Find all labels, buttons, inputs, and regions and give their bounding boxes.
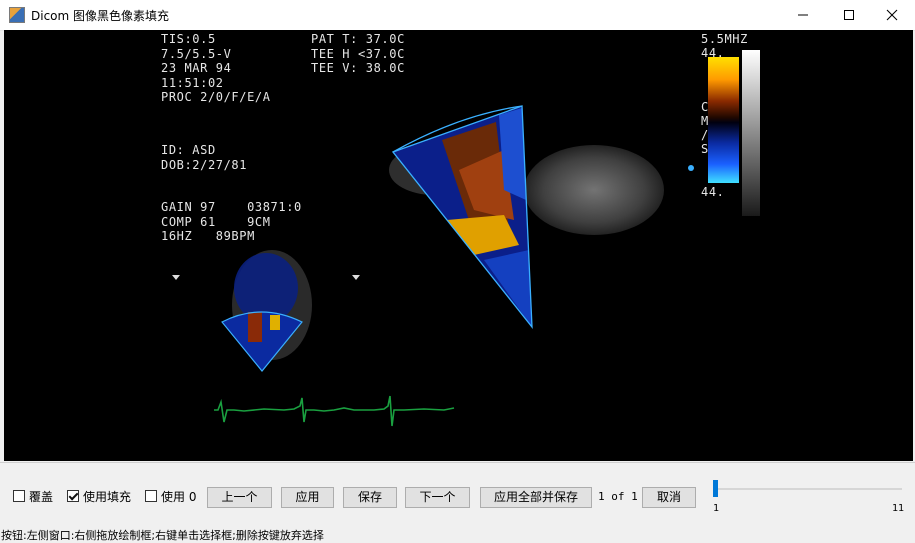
page-indicator: 1 of 1 xyxy=(598,490,638,503)
scale-bottom-label: 44. xyxy=(701,185,725,199)
marker-triangle xyxy=(172,275,180,280)
overlay-checkbox[interactable] xyxy=(13,490,25,502)
dicom-image-viewer[interactable]: TIS:0.5 7.5/5.5-V 23 MAR 94 11:51:02 PRO… xyxy=(4,30,913,461)
frame-slider-thumb[interactable] xyxy=(713,480,718,497)
apply-button[interactable]: 应用 xyxy=(281,487,334,508)
marker-dot xyxy=(688,165,694,171)
ecg-trace xyxy=(214,395,455,427)
scale-unit-label: C M / S xyxy=(701,100,709,156)
toolbar: 覆盖 使用填充 使用 0 上一个 应用 保存 下一个 应用全部并保存 1 of … xyxy=(0,462,915,529)
doppler-flow-red xyxy=(248,312,262,342)
minimize-button[interactable] xyxy=(780,0,826,30)
minimize-icon xyxy=(798,14,808,16)
frame-slider-track[interactable] xyxy=(714,488,902,490)
cancel-button[interactable]: 取消 xyxy=(642,487,696,508)
slider-min-label: 1 xyxy=(713,503,720,514)
patient-info: ID: ASD DOB:2/27/81 xyxy=(161,143,248,172)
maximize-icon xyxy=(844,10,854,20)
use-fill-checkbox-label: 使用填充 xyxy=(83,490,132,504)
close-icon xyxy=(886,9,898,21)
save-button[interactable]: 保存 xyxy=(343,487,397,508)
frequency-label: 5.5MHZ xyxy=(701,32,748,46)
temperature-params: PAT T: 37.0C TEE H <37.0C TEE V: 38.0C xyxy=(311,32,405,75)
doppler-flow-yellow xyxy=(270,315,280,330)
overlay-checkbox-label: 覆盖 xyxy=(29,490,54,504)
apply-all-save-button[interactable]: 应用全部并保存 xyxy=(480,487,592,508)
java-cup-icon xyxy=(9,7,25,23)
use-checkbox-label: 使用 0 xyxy=(161,490,197,504)
window-title: Dicom 图像黑色像素填充 xyxy=(31,9,170,23)
close-button[interactable] xyxy=(869,0,915,30)
status-hint: 按钮:左侧窗口:右侧拖放绘制框;右键单击选择框;删除按键放弃选择 xyxy=(1,529,324,542)
scale-top-label: 44. xyxy=(701,46,725,60)
marker-triangle xyxy=(352,275,360,280)
tissue-region xyxy=(524,145,664,235)
doppler-flow-blue xyxy=(484,250,532,327)
previous-button[interactable]: 上一个 xyxy=(207,487,272,508)
gain-params: GAIN 97 03871:0 COMP 61 9CM 16HZ 89BPM xyxy=(161,200,302,243)
next-button[interactable]: 下一个 xyxy=(405,487,470,508)
use-fill-checkbox[interactable] xyxy=(67,490,79,502)
color-scale-bar xyxy=(708,57,739,183)
title-bar: Dicom 图像黑色像素填充 xyxy=(0,0,915,31)
acquisition-params: TIS:0.5 7.5/5.5-V 23 MAR 94 11:51:02 PRO… xyxy=(161,32,271,104)
use-checkbox[interactable] xyxy=(145,490,157,502)
gray-scale-bar xyxy=(742,50,760,216)
slider-max-label: 11 xyxy=(892,503,905,514)
ultrasound-scan-image[interactable] xyxy=(4,30,913,461)
maximize-button[interactable] xyxy=(826,0,872,30)
